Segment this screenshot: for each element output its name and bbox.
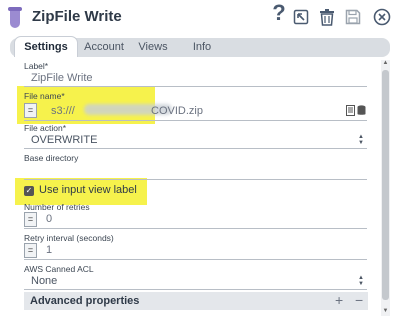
tab-bar: Settings Account Views Info: [10, 36, 390, 57]
scroll-down-icon[interactable]: ▼: [381, 308, 390, 316]
dialog-title: ZipFile Write: [32, 8, 122, 25]
scrollbar[interactable]: ▲ ▼: [381, 60, 390, 316]
file-name-expression-toggle[interactable]: =: [24, 103, 37, 118]
use-input-view-label-checkbox[interactable]: ✓: [24, 186, 34, 196]
select-arrows-icon: ▲ ▼: [358, 134, 364, 146]
file-name-suffix: COVID.zip: [151, 105, 203, 117]
advanced-properties-bar[interactable]: Advanced properties + −: [24, 292, 368, 310]
retries-expression-toggle[interactable]: =: [24, 212, 37, 227]
retry-interval-value: 1: [46, 244, 53, 256]
file-browser-icon[interactable]: [346, 103, 355, 123]
scroll-thumb[interactable]: [382, 70, 389, 300]
save-icon[interactable]: [343, 7, 363, 27]
advanced-properties-label: Advanced properties: [30, 295, 140, 307]
remove-property-button[interactable]: −: [355, 292, 363, 308]
tab-info[interactable]: Info: [182, 38, 222, 57]
number-of-retries-value: 0: [46, 213, 53, 225]
file-action-value: OVERWRITE: [31, 134, 98, 146]
tab-settings[interactable]: Settings: [14, 36, 78, 57]
scroll-up-icon[interactable]: ▲: [381, 60, 390, 68]
aws-canned-acl-value: None: [31, 275, 58, 287]
select-arrows-icon: ▲ ▼: [358, 275, 364, 287]
add-property-button[interactable]: +: [335, 292, 343, 308]
label-input-value: ZipFile Write: [31, 72, 93, 84]
tab-views[interactable]: Views: [130, 38, 176, 57]
base-directory-input[interactable]: [24, 163, 367, 180]
base-directory-label: Base directory: [24, 153, 79, 163]
database-icon[interactable]: [357, 103, 366, 123]
aws-canned-acl-select[interactable]: None ▲ ▼: [24, 273, 367, 290]
retry-interval-expression-toggle[interactable]: =: [24, 243, 37, 258]
file-name-input[interactable]: = s3:/// COVID.zip: [24, 101, 367, 121]
help-icon[interactable]: ?: [269, 0, 289, 25]
file-name-prefix: s3:///: [51, 105, 75, 117]
snap-icon: [8, 7, 22, 28]
tab-account[interactable]: Account: [78, 38, 130, 57]
use-input-view-label-text: Use input view label: [39, 184, 137, 196]
label-input[interactable]: ZipFile Write: [24, 70, 367, 87]
file-action-select[interactable]: OVERWRITE ▲ ▼: [24, 132, 367, 149]
close-icon[interactable]: [372, 7, 392, 27]
file-name-label: File name*: [24, 91, 65, 101]
dialog-header: ZipFile Write ?: [0, 0, 400, 36]
retry-interval-input[interactable]: = 1: [24, 242, 367, 260]
export-icon[interactable]: [291, 7, 311, 27]
delete-icon[interactable]: [317, 7, 337, 27]
number-of-retries-input[interactable]: = 0: [24, 211, 367, 229]
